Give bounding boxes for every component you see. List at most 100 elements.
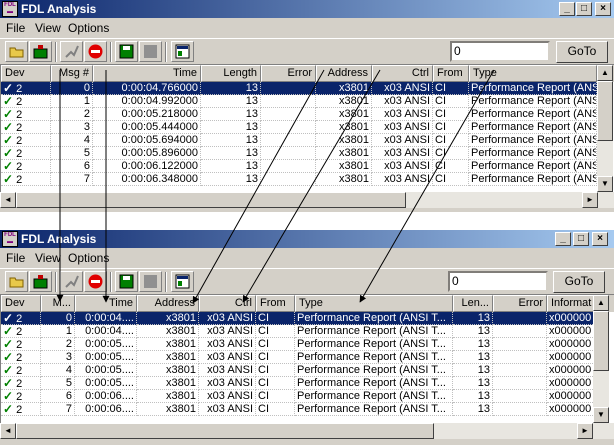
column-header[interactable]: Address — [137, 295, 199, 312]
column-header[interactable]: Dev — [1, 65, 51, 82]
column-header[interactable]: Time — [75, 295, 137, 312]
column-header[interactable]: M... — [41, 295, 75, 312]
column-header[interactable]: Time — [93, 65, 201, 82]
column-header[interactable]: Type — [469, 65, 597, 82]
scroll-up-button[interactable]: ▲ — [593, 295, 609, 311]
cell — [261, 121, 316, 134]
column-header[interactable]: Informat — [547, 295, 595, 312]
scroll-up-button[interactable]: ▲ — [597, 65, 613, 81]
menu-view[interactable]: View — [35, 21, 61, 35]
save-button[interactable] — [115, 41, 138, 62]
open-button[interactable] — [5, 41, 28, 62]
scroll-left-button[interactable]: ◄ — [0, 192, 16, 208]
column-header[interactable]: Dev — [1, 295, 41, 312]
scroll-thumb[interactable] — [16, 192, 406, 208]
table-row[interactable]: ✓ 2 4 0:00:05.... x3801 x03 ANSI CI Performance… — [1, 364, 614, 377]
column-header[interactable]: Error — [493, 295, 547, 312]
goto-input[interactable]: 0 — [448, 271, 548, 292]
table-row[interactable]: ✓ 2 0 0:00:04.... x3801 x03 ANSI CI Performance… — [1, 312, 614, 325]
capture-button[interactable] — [29, 41, 52, 62]
horizontal-scrollbar[interactable]: ◄ ► — [0, 192, 614, 208]
maximize-button[interactable]: □ — [576, 2, 592, 16]
window-button[interactable] — [171, 271, 194, 292]
menu-view[interactable]: View — [35, 251, 61, 265]
vertical-scrollbar[interactable]: ▲ ▼ — [593, 295, 609, 423]
cell: 2 — [51, 108, 93, 121]
save-as-button[interactable] — [139, 271, 162, 292]
minimize-button[interactable]: _ — [559, 2, 575, 16]
goto-button[interactable]: GoTo — [556, 41, 608, 63]
cell: Performance Report (ANSI T... — [295, 325, 453, 338]
table-row[interactable]: ✓ 2 6 0:00:06.... x3801 x03 ANSI CI Performance… — [1, 390, 614, 403]
connect-button[interactable] — [60, 271, 83, 292]
column-header[interactable]: Ctrl — [199, 295, 256, 312]
column-header[interactable]: Address — [316, 65, 372, 82]
capture-button[interactable] — [29, 271, 52, 292]
table-row[interactable]: ✓ 2 3 0:00:05.444000 13 x3801 x03 ANSI CI Perfor… — [1, 121, 614, 134]
column-header[interactable]: Len... — [453, 295, 493, 312]
cell — [261, 82, 316, 95]
column-header[interactable]: Type — [295, 295, 453, 312]
menu-options[interactable]: Options — [68, 251, 109, 265]
cell: CI — [256, 390, 295, 403]
scroll-right-button[interactable]: ► — [577, 423, 593, 439]
table-row[interactable]: ✓ 2 7 0:00:06.... x3801 x03 ANSI CI Performance… — [1, 403, 614, 416]
close-button[interactable]: × — [595, 2, 611, 16]
table-row[interactable]: ✓ 2 6 0:00:06.122000 13 x3801 x03 ANSI CI Perfor… — [1, 160, 614, 173]
table-row[interactable]: ✓ 2 4 0:00:05.694000 13 x3801 x03 ANSI CI Perfor… — [1, 134, 614, 147]
scroll-thumb[interactable] — [16, 423, 434, 439]
save-button[interactable] — [115, 271, 138, 292]
table-row[interactable]: ✓ 2 7 0:00:06.348000 13 x3801 x03 ANSI CI Perfor… — [1, 173, 614, 186]
toolbar: 0 GoTo — [0, 38, 614, 64]
cell — [261, 134, 316, 147]
vertical-scrollbar[interactable]: ▲ ▼ — [597, 65, 613, 192]
dev-value: 2 — [16, 109, 23, 121]
cell: Performance Report (ANS — [469, 82, 597, 95]
horizontal-scrollbar[interactable]: ◄ ► — [0, 423, 614, 439]
cell: 13 — [453, 338, 493, 351]
window-button[interactable] — [171, 41, 194, 62]
table-row[interactable]: ✓ 2 5 0:00:05.... x3801 x03 ANSI CI Performance… — [1, 377, 614, 390]
scroll-left-button[interactable]: ◄ — [0, 423, 16, 439]
column-header[interactable]: Length — [201, 65, 261, 82]
dev-value: 2 — [16, 352, 23, 364]
table-row[interactable]: ✓ 2 1 0:00:04.992000 13 x3801 x03 ANSI CI Perfor… — [1, 95, 614, 108]
check-icon: ✓ — [3, 364, 14, 377]
close-button[interactable]: × — [592, 232, 608, 246]
maximize-button[interactable]: □ — [573, 232, 589, 246]
table-row[interactable]: ✓ 2 5 0:00:05.896000 13 x3801 x03 ANSI CI Perfor… — [1, 147, 614, 160]
column-header[interactable]: Msg # — [51, 65, 93, 82]
open-button[interactable] — [5, 271, 28, 292]
goto-button[interactable]: GoTo — [553, 271, 605, 293]
scroll-down-button[interactable]: ▼ — [597, 176, 613, 192]
scroll-thumb[interactable] — [593, 311, 609, 371]
table-row[interactable]: ✓ 2 2 0:00:05.... x3801 x03 ANSI CI Performance… — [1, 338, 614, 351]
stop-button[interactable] — [84, 271, 107, 292]
goto-input[interactable]: 0 — [450, 41, 550, 62]
column-header[interactable]: Ctrl — [372, 65, 433, 82]
table-row[interactable]: ✓ 2 1 0:00:04.... x3801 x03 ANSI CI Performance… — [1, 325, 614, 338]
menu-options[interactable]: Options — [68, 21, 109, 35]
minimize-button[interactable]: _ — [555, 232, 571, 246]
cell: x03 ANSI — [372, 95, 433, 108]
window-icon — [175, 44, 190, 59]
column-header[interactable]: From — [256, 295, 295, 312]
menu-file[interactable]: File — [6, 251, 25, 265]
cell: 1 — [41, 325, 75, 338]
scroll-down-button[interactable]: ▼ — [593, 407, 609, 423]
column-header[interactable]: From — [433, 65, 469, 82]
connect-button[interactable] — [60, 41, 83, 62]
menu-file[interactable]: File — [6, 21, 25, 35]
table-row[interactable]: ✓ 2 0 0:00:04.766000 13 x3801 x03 ANSI CI Perfor… — [1, 82, 614, 95]
table-row[interactable]: ✓ 2 2 0:00:05.218000 13 x3801 x03 ANSI CI Perfor… — [1, 108, 614, 121]
cell: x3801 — [137, 364, 199, 377]
table-row[interactable]: ✓ 2 3 0:00:05.... x3801 x03 ANSI CI Performance… — [1, 351, 614, 364]
column-header[interactable]: Error — [261, 65, 316, 82]
scroll-right-button[interactable]: ► — [582, 192, 598, 208]
scroll-thumb[interactable] — [597, 81, 613, 141]
stop-button[interactable] — [84, 41, 107, 62]
cell: 13 — [201, 134, 261, 147]
cell: CI — [256, 338, 295, 351]
cell: CI — [433, 82, 469, 95]
save-as-button[interactable] — [139, 41, 162, 62]
